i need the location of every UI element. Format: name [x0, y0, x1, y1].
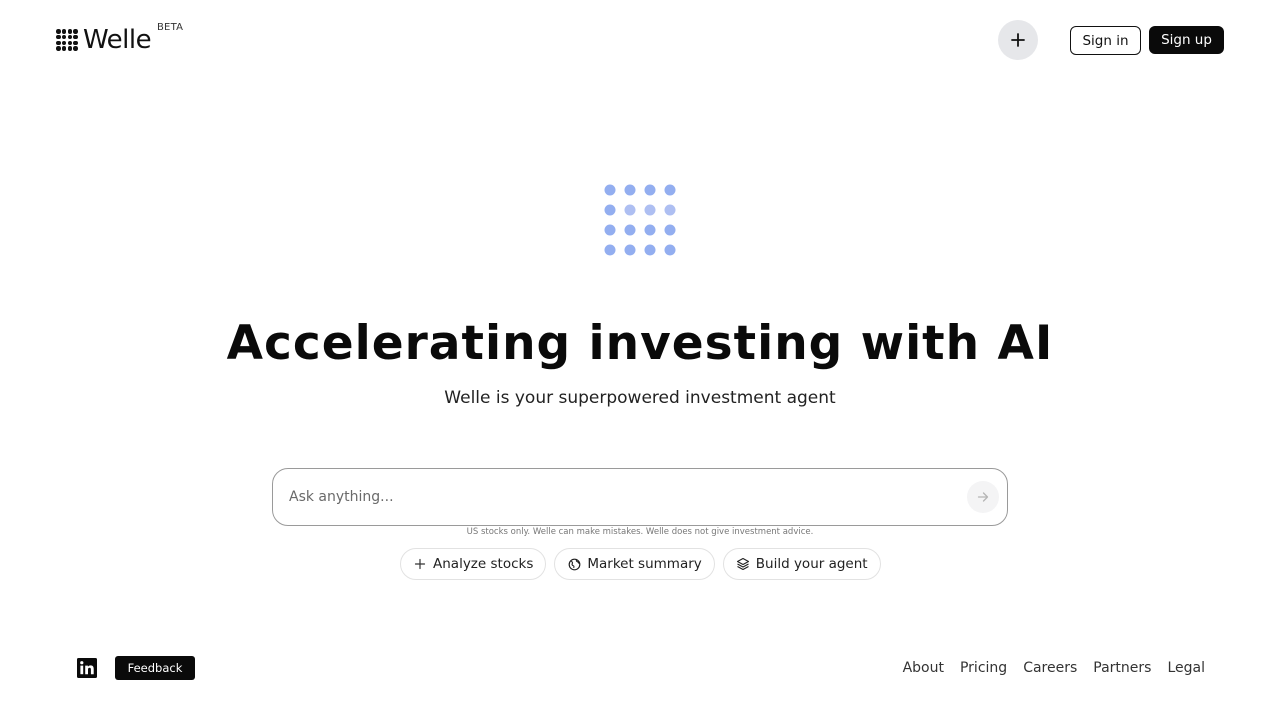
- new-chat-button[interactable]: [998, 20, 1038, 60]
- globe-icon: [567, 557, 581, 571]
- plus-icon: [413, 557, 427, 571]
- sign-up-button[interactable]: Sign up: [1149, 26, 1224, 54]
- page-headline: Accelerating investing with AI: [226, 316, 1054, 371]
- plus-icon: [1011, 33, 1025, 47]
- arrow-right-icon: [977, 492, 989, 502]
- linkedin-icon[interactable]: [77, 658, 97, 678]
- chip-label: Analyze stocks: [433, 556, 534, 572]
- footer-link-legal[interactable]: Legal: [1167, 658, 1205, 678]
- welle-logo[interactable]: Welle: [56, 24, 152, 56]
- chip-build-agent[interactable]: Build your agent: [722, 548, 881, 580]
- top-header: Welle BETA Sign in Sign up: [0, 0, 1280, 80]
- footer-nav: About Pricing Careers Partners Legal: [903, 658, 1205, 678]
- chip-market-summary[interactable]: Market summary: [554, 548, 715, 580]
- logo-text: Welle: [83, 25, 152, 55]
- chip-analyze-stocks[interactable]: Analyze stocks: [400, 548, 547, 580]
- page-subheadline: Welle is your superpowered investment ag…: [444, 388, 836, 408]
- footer-link-careers[interactable]: Careers: [1023, 658, 1077, 678]
- send-button[interactable]: [967, 481, 999, 513]
- chip-label: Market summary: [587, 556, 702, 572]
- beta-badge: BETA: [157, 22, 184, 33]
- disclaimer-text: US stocks only. Welle can make mistakes.…: [466, 527, 814, 537]
- ask-input[interactable]: [289, 479, 949, 515]
- dot-grid-icon: [604, 184, 676, 256]
- ask-box[interactable]: [272, 468, 1008, 526]
- footer-link-pricing[interactable]: Pricing: [960, 658, 1007, 678]
- footer-link-partners[interactable]: Partners: [1093, 658, 1151, 678]
- feedback-button[interactable]: Feedback: [115, 656, 195, 680]
- sign-in-button[interactable]: Sign in: [1070, 26, 1141, 55]
- dot-grid-logo-icon: [56, 29, 78, 51]
- layers-icon: [736, 557, 750, 571]
- footer-link-about[interactable]: About: [903, 658, 944, 678]
- suggestion-chips: Analyze stocks Market summary Build your…: [400, 548, 881, 580]
- chip-label: Build your agent: [755, 556, 868, 572]
